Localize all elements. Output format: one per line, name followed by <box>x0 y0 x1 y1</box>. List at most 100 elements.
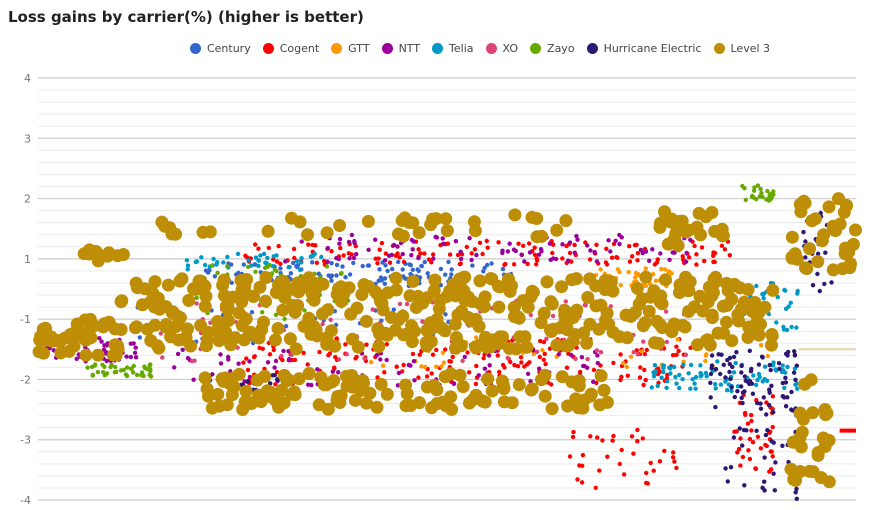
data-point <box>617 241 622 247</box>
data-point <box>803 242 816 256</box>
data-point <box>325 259 330 264</box>
data-point <box>451 381 457 386</box>
data-point <box>385 268 390 274</box>
data-point <box>643 377 648 383</box>
data-point <box>758 343 764 348</box>
data-point <box>559 214 573 228</box>
data-point <box>265 390 279 404</box>
data-point <box>575 477 580 482</box>
data-point <box>387 260 393 265</box>
data-point <box>680 254 685 259</box>
data-point <box>502 262 507 267</box>
data-point <box>709 353 715 358</box>
data-point <box>332 365 337 370</box>
data-point <box>467 370 472 375</box>
data-point <box>184 258 190 263</box>
data-point <box>424 335 438 349</box>
data-point <box>73 329 87 343</box>
data-point <box>562 339 575 353</box>
data-point <box>485 245 490 250</box>
data-point <box>235 319 249 332</box>
data-point <box>785 364 790 370</box>
data-point <box>644 290 658 304</box>
data-point <box>728 465 734 470</box>
data-point <box>708 380 713 385</box>
data-point <box>148 367 153 372</box>
data-point <box>635 258 640 263</box>
data-point <box>457 284 471 298</box>
data-point <box>184 339 198 353</box>
data-point <box>788 300 793 305</box>
data-point <box>320 321 325 327</box>
data-point <box>772 488 777 493</box>
data-point <box>379 240 385 246</box>
data-point <box>688 362 694 368</box>
data-point <box>297 267 303 273</box>
data-point <box>337 241 342 246</box>
data-point <box>664 385 669 390</box>
data-point <box>572 242 577 248</box>
data-point <box>564 365 570 370</box>
data-point <box>823 250 828 255</box>
data-point <box>725 357 730 363</box>
data-point <box>739 384 744 389</box>
data-point <box>218 352 223 357</box>
data-point <box>597 383 611 397</box>
data-point <box>795 291 800 296</box>
data-point <box>505 249 511 254</box>
data-point <box>383 258 388 263</box>
data-point <box>223 377 237 391</box>
data-point <box>657 459 663 464</box>
data-point <box>545 297 559 311</box>
data-point <box>525 284 539 298</box>
data-point <box>731 354 737 360</box>
data-point <box>633 270 639 276</box>
data-point <box>535 373 548 387</box>
data-point <box>502 365 507 370</box>
data-point <box>564 243 569 249</box>
data-point <box>650 247 655 252</box>
data-point <box>271 254 276 259</box>
data-point <box>674 381 679 386</box>
data-point <box>711 250 716 255</box>
data-point <box>394 364 399 369</box>
data-point <box>160 355 165 360</box>
data-point <box>334 280 348 294</box>
data-point <box>470 263 475 268</box>
data-point <box>774 320 779 325</box>
data-point <box>512 378 526 392</box>
data-point <box>193 259 198 265</box>
data-point <box>638 365 643 370</box>
data-point <box>225 264 230 269</box>
data-point <box>686 255 692 260</box>
data-point <box>621 361 626 366</box>
data-point <box>626 269 631 275</box>
data-point <box>783 375 788 380</box>
data-point <box>132 350 138 355</box>
data-point <box>780 443 785 448</box>
data-point <box>337 236 343 242</box>
data-point <box>683 259 689 264</box>
data-point <box>339 271 344 276</box>
data-point <box>619 374 624 379</box>
data-point <box>469 257 474 263</box>
data-point <box>655 383 660 389</box>
data-point <box>702 280 716 294</box>
data-point <box>837 205 851 219</box>
data-point <box>320 226 334 240</box>
data-point <box>409 301 423 314</box>
data-point <box>354 252 359 257</box>
data-point <box>114 323 128 336</box>
data-point <box>482 265 487 271</box>
data-point <box>440 350 446 355</box>
data-point <box>128 354 133 360</box>
data-point <box>161 278 175 292</box>
data-points <box>32 183 862 501</box>
data-point <box>399 378 412 392</box>
data-point <box>299 239 304 244</box>
data-point <box>324 264 330 269</box>
data-point <box>574 233 579 239</box>
data-point <box>585 243 590 248</box>
data-point <box>95 369 101 375</box>
data-point <box>794 363 799 368</box>
